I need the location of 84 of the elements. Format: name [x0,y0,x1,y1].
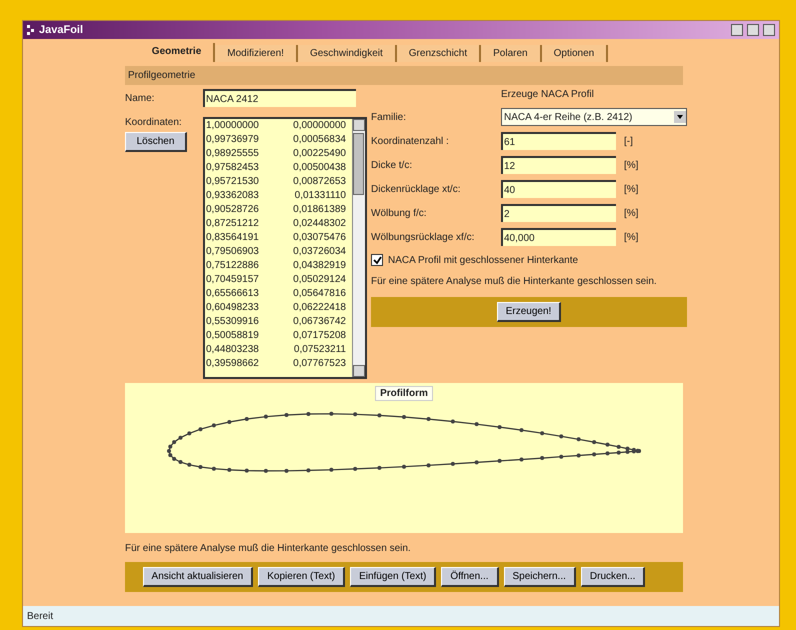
coordinate-value: 0,93362083 [206,189,259,203]
name-field[interactable]: NACA 2412 [203,89,356,107]
unit-label: [-] [624,136,633,146]
coordinate-value: 0,07523211 [294,343,346,357]
coordinate-value: 0,99736979 [206,133,259,147]
coordinate-value: 0,83564191 [206,231,259,245]
field-label: Dickenrücklage xt/c: [371,184,462,194]
coordinate-value: 0,07175208 [293,329,346,343]
coordinate-value: 0,44803238 [206,343,259,357]
family-dropdown[interactable]: NACA 4-er Reihe (z.B. 2412) [501,108,687,126]
input-field[interactable]: 40 [501,180,616,198]
tab[interactable]: Geschwindigkeit [298,45,397,62]
coordinate-value: 0,06736742 [293,315,346,329]
action-button[interactable]: Kopieren (Text) [258,567,346,587]
naca-title: Erzeuge NACA Profil [501,89,595,100]
action-button[interactable]: Ansicht aktualisieren [142,567,254,587]
coordinates-list[interactable] [203,117,367,379]
action-button[interactable]: Einfügen (Text) [350,567,436,587]
hint-text: Für eine spätere Analyse muß die Hinterkante geschlossen sein. [371,276,658,287]
coordinate-value: 0,06222418 [293,301,346,315]
action-button[interactable]: Speichern... [504,567,576,587]
coordinate-value: 0,75122886 [206,259,259,273]
input-field[interactable]: 61 [501,132,616,150]
coordinate-value: 0,79506903 [206,245,259,259]
field-label: Wölbung f/c: [371,208,428,218]
close-button[interactable] [763,24,775,36]
field-label: Wölbungsrücklage xf/c: [371,232,476,242]
coordinate-value: 0,95721530 [206,175,259,189]
coordinate-value: 0,55309916 [206,315,259,329]
field-label: Name: [125,92,156,104]
coordinate-value: 0,50058819 [206,329,259,343]
action-button[interactable]: Öffnen... [441,567,499,587]
field-label: Dicke t/c: [371,160,414,170]
checkbox-label: NACA Profil mit geschlossener Hinterkante [388,254,578,266]
generate-button[interactable]: Erzeugen! [496,302,562,322]
coordinate-value: 0,00225490 [293,147,346,161]
coordinate-value: 0,07767523 [293,357,346,371]
scrollbar[interactable] [352,119,365,377]
note-text: Für eine spätere Analyse muß die Hinterkante geschlossen sein. [125,543,412,554]
coordinate-value: 0,00056834 [293,133,346,147]
coordinate-value: 0,03726034 [293,245,346,259]
unit-label: [%] [624,208,638,218]
coordinate-value: 0,00872653 [293,175,346,189]
field-label: Koordinatenzahl : [371,136,450,146]
coordinate-value: 0,98925555 [206,147,259,161]
coordinate-value: 0,01861389 [293,203,346,217]
coordinate-value: 0,00500438 [293,161,346,175]
unit-label: [%] [624,232,638,242]
status-text: Bereit [27,610,54,622]
tab[interactable]: Grenzschicht [396,45,482,62]
coordinate-value: 0,97582453 [206,161,259,175]
coordinate-value: 0,87251212 [206,217,259,231]
field-label: Koordinaten: [125,117,183,128]
coordinate-value: 0,00000000 [293,119,346,133]
field-label: Familie: [371,112,408,122]
coordinate-value: 0,39598662 [206,357,259,371]
coordinate-value: 0,02448302 [293,217,346,231]
input-field[interactable]: 2 [501,204,616,222]
maximize-button[interactable] [747,24,759,36]
checkbox[interactable] [371,254,383,266]
unit-label: [%] [624,184,638,194]
app-icon [27,25,35,35]
input-field[interactable]: 12 [501,156,616,174]
unit-label: [%] [624,160,638,170]
tab[interactable]: Polaren [481,45,542,62]
tab[interactable]: Optionen [542,45,608,62]
window-title: JavaFoil [39,24,84,36]
coordinate-value: 0,05647816 [293,287,346,301]
coordinate-value: 0,05029124 [293,273,346,287]
coordinate-value: 0,03075476 [293,231,346,245]
coordinate-value: 0,65566613 [206,287,259,301]
tab[interactable]: Modifizieren! [215,45,298,62]
action-button[interactable]: Drucken... [580,567,646,587]
plot-title: Profilform [375,386,433,401]
coordinate-value: 0,70459157 [206,273,259,287]
coordinate-value: 0,90528726 [206,203,259,217]
section-header: Profilgeometrie [125,66,683,85]
coordinate-value: 0,60498233 [206,301,259,315]
input-field[interactable]: 40,000 [501,228,616,246]
coordinate-value: 0,04382919 [293,259,346,273]
coordinate-value: 0,01331110 [294,189,346,203]
clear-button[interactable]: Löschen [125,132,187,152]
coordinate-value: 1,00000000 [206,119,259,133]
minimize-button[interactable] [731,24,743,36]
